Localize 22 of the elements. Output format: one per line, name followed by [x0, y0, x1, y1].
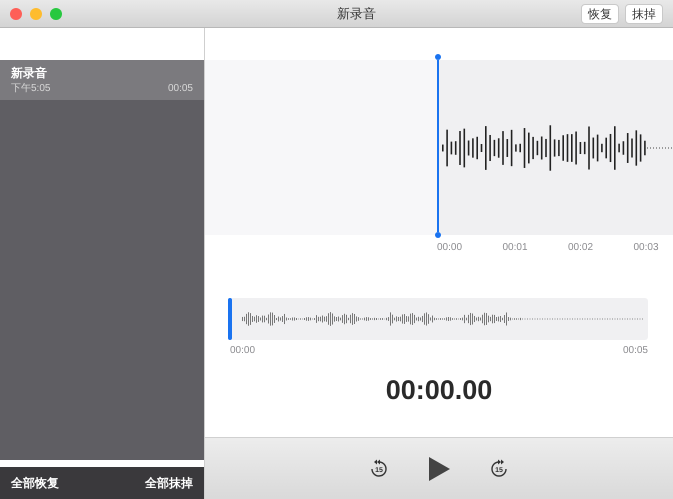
minimize-icon[interactable]	[30, 8, 42, 20]
toolbar-button[interactable]: 抹掉	[625, 4, 663, 24]
overview-end-time: 00:05	[622, 344, 648, 358]
play-button[interactable]	[427, 456, 451, 482]
overview-playhead[interactable]	[228, 298, 232, 340]
recording-name: 新录音	[11, 66, 48, 81]
erase-all-button[interactable]: 全部抹掉	[145, 474, 193, 492]
toolbar-button[interactable]: 恢复	[581, 4, 619, 24]
playhead[interactable]	[435, 54, 441, 238]
restore-all-button[interactable]: 全部恢复	[11, 474, 59, 492]
timeline-label: 00:03	[634, 241, 660, 255]
timeline-label: 00:00	[437, 241, 464, 255]
maximize-icon[interactable]	[50, 8, 62, 20]
recording-item[interactable]: 新录音 下午5:05 00:05	[0, 60, 204, 100]
window-title: 新录音	[336, 4, 377, 23]
overview-start-time: 00:00	[230, 344, 256, 358]
recording-duration: 00:05	[168, 82, 193, 96]
timeline-label: 00:02	[568, 241, 594, 255]
elapsed-time: 00:00.00	[386, 374, 492, 407]
recording-time: 下午5:05	[11, 82, 50, 96]
timeline-label: 00:01	[502, 241, 529, 255]
close-icon[interactable]	[10, 8, 22, 20]
